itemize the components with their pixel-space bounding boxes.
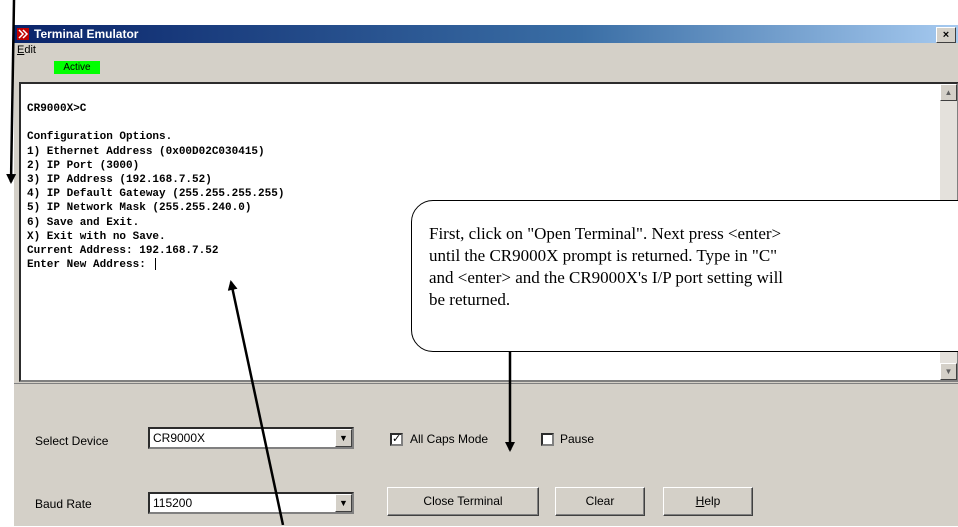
- menu-bar: Edit: [14, 43, 958, 60]
- instruction-callout: First, click on "Open Terminal". Next pr…: [411, 200, 958, 352]
- baud-rate-value: 115200: [153, 496, 193, 510]
- chevron-down-icon[interactable]: ▼: [335, 429, 352, 447]
- terminal-line: 5) IP Network Mask (255.255.240.0): [27, 202, 252, 215]
- menu-edit[interactable]: Edit: [17, 44, 36, 56]
- scroll-down-icon[interactable]: ▼: [940, 363, 957, 380]
- select-device-label: Select Device: [35, 434, 109, 448]
- controls-panel: Select Device CR9000X ▼ ✓ All Caps Mode …: [14, 383, 958, 527]
- all-caps-checkbox[interactable]: ✓: [390, 433, 403, 446]
- help-button[interactable]: Help: [663, 487, 753, 516]
- callout-line: be returned.: [429, 290, 511, 309]
- pause-label: Pause: [560, 432, 595, 446]
- baud-rate-label: Baud Rate: [35, 497, 92, 511]
- select-device-value: CR9000X: [153, 431, 206, 445]
- terminal-line: 1) Ethernet Address (0x00D02C030415): [27, 145, 265, 158]
- clear-button[interactable]: Clear: [555, 487, 645, 516]
- status-indicator: Active: [54, 61, 100, 74]
- callout-text: First, click on "Open Terminal". Next pr…: [429, 223, 958, 311]
- terminal-line: Current Address: 192.168.7.52: [27, 244, 219, 257]
- callout-line: First, click on "Open Terminal". Next pr…: [429, 224, 782, 243]
- check-mark-icon: ✓: [392, 433, 402, 445]
- close-terminal-button[interactable]: Close Terminal: [387, 487, 539, 516]
- title-bar[interactable]: Terminal Emulator ×: [14, 25, 958, 43]
- terminal-line: X) Exit with no Save.: [27, 230, 166, 243]
- all-caps-label: All Caps Mode: [410, 432, 489, 446]
- terminal-line: 2) IP Port (3000): [27, 159, 140, 172]
- select-device-combo[interactable]: CR9000X ▼: [148, 427, 354, 449]
- terminal-line: CR9000X>C: [27, 103, 87, 115]
- terminal-text: CR9000X>C Configuration Options. 1) Ethern…: [27, 102, 284, 272]
- terminal-line: 6) Save and Exit.: [27, 216, 140, 229]
- text-cursor: [155, 258, 157, 271]
- close-button[interactable]: ×: [936, 27, 956, 43]
- app-icon: [17, 28, 29, 40]
- callout-line: and <enter> and the CR9000X's I/P port s…: [429, 268, 784, 287]
- chevron-down-icon[interactable]: ▼: [335, 494, 352, 512]
- terminal-line: 4) IP Default Gateway (255.255.255.255): [27, 188, 285, 201]
- terminal-line: 3) IP Address (192.168.7.52): [27, 173, 212, 186]
- terminal-line: Enter New Address:: [27, 258, 284, 272]
- callout-line: until the CR9000X prompt is returned. Ty…: [429, 246, 778, 265]
- baud-rate-combo[interactable]: 115200 ▼: [148, 492, 354, 514]
- scroll-up-icon[interactable]: ▲: [940, 84, 957, 101]
- terminal-line: Configuration Options.: [27, 131, 173, 144]
- pause-checkbox[interactable]: [541, 433, 554, 446]
- window-title: Terminal Emulator: [34, 27, 139, 41]
